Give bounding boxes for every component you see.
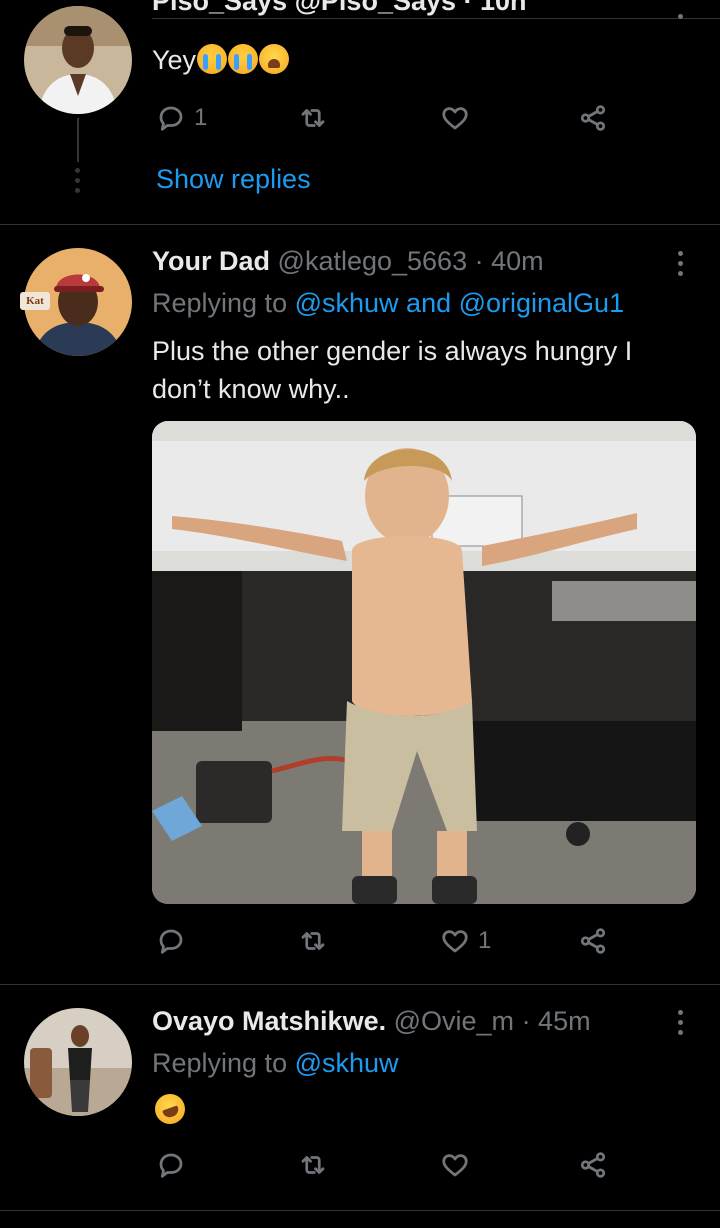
photo-toddler-arms-outstretched (152, 421, 696, 904)
heart-icon (442, 1154, 468, 1177)
thread-line (77, 118, 79, 162)
reply-icon (159, 106, 183, 131)
tweet-1-text: Yey (152, 41, 290, 79)
user-handle[interactable]: @Ovie_m (394, 1006, 514, 1036)
display-name[interactable]: Ovayo Matshikwe. (152, 1006, 386, 1036)
retweet-icon (301, 932, 325, 950)
tweet-1-reply-button[interactable]: 1 (156, 103, 207, 133)
loudly-crying-face-icon (228, 44, 259, 74)
tweet-time[interactable]: · 40m (475, 246, 544, 276)
retweet-icon (301, 1156, 325, 1174)
like-count: 1 (478, 927, 492, 954)
tweet-1-share-button[interactable] (578, 103, 608, 133)
tweet-2-share-button[interactable] (578, 926, 608, 956)
tweet-3-like-button[interactable] (440, 1150, 470, 1180)
tweet-1-retweet-button[interactable] (298, 103, 328, 133)
divider (0, 1210, 720, 1211)
tweet-3-text (150, 1089, 190, 1129)
share-icon (580, 1152, 606, 1178)
tweet-2-reply-button[interactable] (156, 926, 186, 956)
tweet-time[interactable]: · 45m (522, 1006, 591, 1036)
tweet-2-header: Your Dad @katlego_5663 · 40m (152, 244, 544, 278)
divider (0, 224, 720, 225)
tweet-2-replying-to: Replying to @skhuw and @originalGu1 (152, 288, 625, 318)
replying-to-users[interactable]: @skhuw and @originalGu1 (295, 288, 624, 318)
reply-icon (159, 929, 183, 954)
divider (0, 984, 720, 985)
heart-icon (442, 107, 468, 130)
tweet-2-retweet-button[interactable] (298, 926, 328, 956)
retweet-icon (301, 109, 325, 127)
rolling-on-the-floor-laughing-icon (150, 1089, 190, 1129)
reply-icon (159, 1153, 183, 1178)
tweet-3-reply-button[interactable] (156, 1150, 186, 1180)
tweet-1-more-icon[interactable] (676, 14, 684, 19)
tweet-3-replying-to: Replying to @skhuw (152, 1048, 399, 1078)
share-icon (580, 928, 606, 954)
tweet-2-media-image[interactable] (152, 421, 696, 904)
tweet-2-more-icon[interactable] (676, 251, 684, 276)
tweet-2-text: Plus the other gender is always hungry I… (152, 336, 633, 404)
tweet-1-avatar[interactable] (24, 6, 132, 114)
tweet-1-header-partial: Piso_Says @Piso_Says · 10h (152, 0, 527, 16)
thread-dots (75, 168, 80, 193)
heart-icon (442, 930, 468, 953)
avatar-photo-man-white-shirt (24, 6, 132, 114)
tweet-3-header: Ovayo Matshikwe. @Ovie_m · 45m (152, 1004, 591, 1038)
tweet-3-avatar[interactable] (24, 1008, 132, 1116)
avatar-photo-woman-standing (24, 1008, 132, 1116)
avatar-badge: Kat (20, 292, 50, 310)
tweet-2-like-button[interactable]: 1 (440, 926, 491, 956)
loudly-crying-face-icon (197, 44, 228, 74)
display-name[interactable]: Your Dad (152, 246, 270, 276)
tweet-3-share-button[interactable] (578, 1150, 608, 1180)
tweet-3-more-icon[interactable] (676, 1010, 684, 1035)
tweet-3-retweet-button[interactable] (298, 1150, 328, 1180)
user-handle[interactable]: @katlego_5663 (278, 246, 468, 276)
replying-to-users[interactable]: @skhuw (295, 1048, 399, 1078)
share-icon (580, 105, 606, 131)
reply-count: 1 (194, 104, 208, 131)
tweet-1-like-button[interactable] (440, 103, 470, 133)
weary-face-icon (259, 44, 290, 74)
show-replies-link[interactable]: Show replies (156, 162, 311, 196)
